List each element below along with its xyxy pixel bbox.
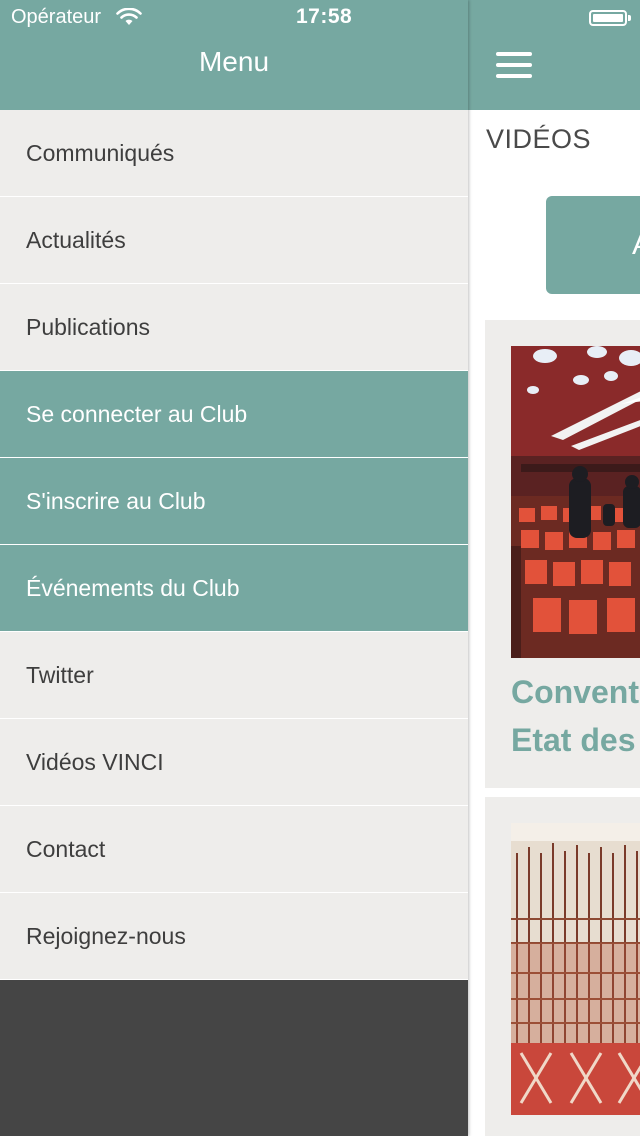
- video-card[interactable]: Conventi Etat des: [485, 320, 640, 788]
- menu-item-club-events[interactable]: Événements du Club: [0, 545, 468, 632]
- content-panel: VIDÉOS A: [468, 0, 640, 1136]
- wifi-icon: [116, 8, 142, 25]
- menu-item-actualites[interactable]: Actualités: [0, 197, 468, 284]
- battery-cap: [628, 15, 631, 21]
- menu-item-videos-vinci[interactable]: Vidéos VINCI: [0, 719, 468, 806]
- section-title: VIDÉOS: [486, 124, 592, 154]
- status-carrier: Opérateur: [11, 6, 102, 28]
- video-card[interactable]: [485, 797, 640, 1136]
- menu-list: Communiqués Actualités Publications Se c…: [0, 110, 468, 980]
- menu-item-communiques[interactable]: Communiqués: [0, 110, 468, 197]
- menu-item-contact[interactable]: Contact: [0, 806, 468, 893]
- menu-item-join-us[interactable]: Rejoignez-nous: [0, 893, 468, 980]
- video-title[interactable]: Conventi Etat des: [511, 668, 640, 764]
- content-header: [468, 0, 640, 110]
- drawer-header: Opérateur 17:58 Menu: [0, 0, 468, 110]
- menu-item-club-signup[interactable]: S'inscrire au Club: [0, 458, 468, 545]
- menu-item-publications[interactable]: Publications: [0, 284, 468, 371]
- video-thumbnail[interactable]: [511, 346, 640, 658]
- action-button[interactable]: A: [546, 196, 640, 294]
- menu-item-twitter[interactable]: Twitter: [0, 632, 468, 719]
- side-menu-drawer: Opérateur 17:58 Menu Communiqués Actuali…: [0, 0, 468, 1136]
- hamburger-icon[interactable]: [496, 52, 532, 78]
- menu-title: Menu: [198, 46, 270, 77]
- battery-icon: [589, 10, 627, 26]
- menu-item-club-login[interactable]: Se connecter au Club: [0, 371, 468, 458]
- video-thumbnail[interactable]: [511, 823, 640, 1115]
- video-title-line-1: Conventi: [511, 674, 640, 710]
- status-time: 17:58: [296, 5, 353, 28]
- video-title-line-2: Etat des: [511, 722, 636, 758]
